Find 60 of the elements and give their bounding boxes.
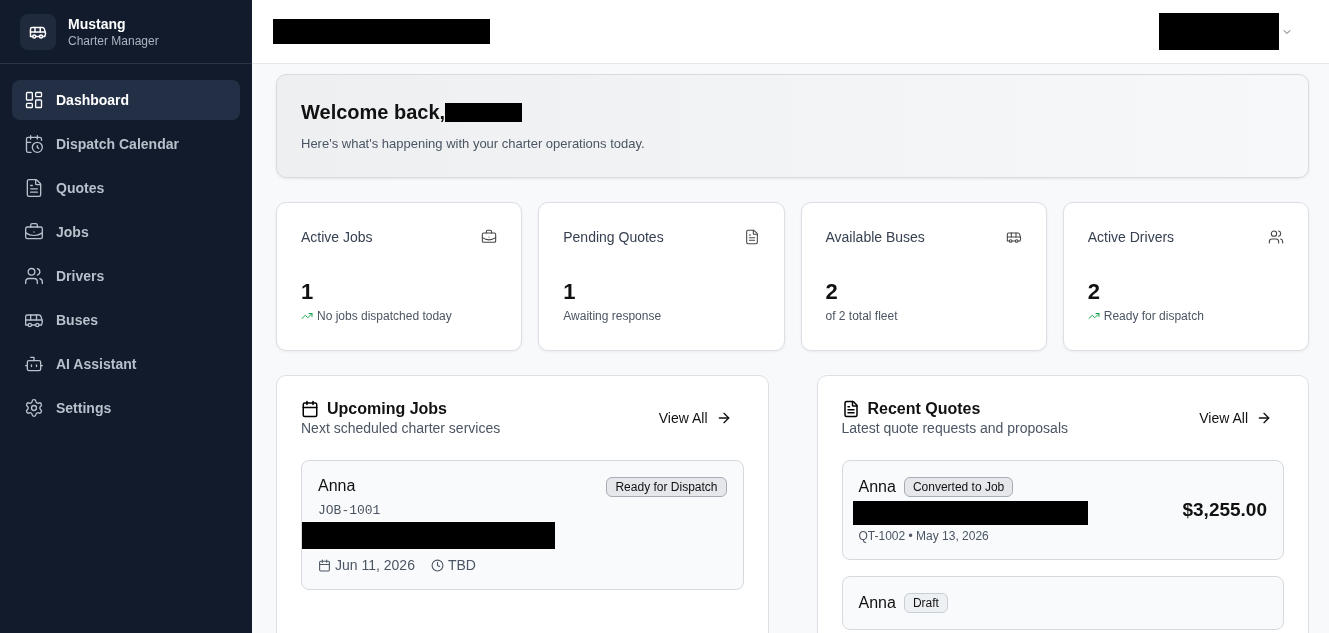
document-icon: [841, 400, 860, 418]
stat-value: 1: [563, 279, 577, 305]
view-all-link[interactable]: View All: [646, 404, 744, 432]
robot-icon: [24, 354, 44, 374]
nav-item[interactable]: Drivers: [12, 256, 240, 296]
quote-card[interactable]: Anna Converted to Job QT-1002 • May 13, 2026 $3,255.00: [841, 460, 1284, 560]
brand-name: Mustang: [68, 15, 127, 32]
arrow-right-icon: [1256, 410, 1272, 426]
brand-subtitle: Charter Manager: [68, 33, 159, 48]
panel-title: Recent Quotes: [867, 400, 981, 418]
job-card[interactable]: Anna Ready for Dispatch JOB-1001 Jun 11, 2026 TBD: [301, 460, 744, 590]
nav-item[interactable]: Dispatch Calendar: [12, 124, 240, 164]
job-number: JOB-1001: [318, 503, 382, 518]
customer-name: Anna: [858, 594, 896, 612]
users-icon: [24, 266, 44, 286]
status-badge: Ready for Dispatch: [606, 477, 727, 497]
dashboard-icon: [24, 90, 44, 110]
nav-item[interactable]: Quotes: [12, 168, 240, 208]
stat-label: Active Jobs: [301, 229, 373, 245]
quote-meta: QT-1002 • May 13, 2026: [858, 529, 990, 543]
calendar-clock-icon: [24, 134, 44, 154]
clock-icon: [430, 558, 444, 572]
calendar-icon: [318, 558, 331, 572]
job-date: Jun 11, 2026: [335, 557, 415, 573]
nav-item[interactable]: AI Assistant: [12, 344, 240, 384]
welcome-title: Welcome back,: [301, 101, 446, 124]
panel-title: Upcoming Jobs: [327, 400, 447, 418]
stat-note: No jobs dispatched today: [317, 309, 452, 323]
panel-subtitle: Latest quote requests and proposals: [841, 420, 1068, 436]
settings-icon: [24, 398, 44, 418]
briefcase-icon: [24, 222, 44, 242]
stat-value: 2: [1087, 279, 1101, 305]
customer-name: Anna: [858, 478, 896, 496]
status-badge: Draft: [903, 593, 948, 613]
view-all-link[interactable]: View All: [1187, 404, 1284, 432]
stat-value: 1: [301, 279, 315, 305]
quote-card[interactable]: Anna Draft: [841, 576, 1284, 630]
nav-item[interactable]: Jobs: [12, 212, 240, 252]
panel-subtitle: Next scheduled charter services: [301, 420, 501, 436]
stat-note: Ready for dispatch: [1103, 309, 1204, 323]
stat-note: Awaiting response: [563, 309, 662, 323]
document-icon: [743, 229, 760, 245]
document-icon: [24, 178, 44, 198]
customer-name: Anna: [318, 477, 356, 495]
briefcase-icon: [481, 229, 498, 245]
nav-item[interactable]: Dashboard: [12, 80, 240, 120]
status-badge: Converted to Job: [903, 477, 1014, 497]
stat-label: Pending Quotes: [563, 229, 664, 245]
stat-note: of 2 total fleet: [825, 309, 898, 323]
nav-item[interactable]: Buses: [12, 300, 240, 340]
users-icon: [1268, 229, 1284, 245]
calendar-icon: [301, 400, 319, 418]
nav-item[interactable]: Settings: [12, 388, 240, 428]
stat-value: 2: [825, 279, 839, 305]
stat-label: Active Drivers: [1087, 229, 1175, 245]
bus-icon: [1005, 229, 1022, 245]
welcome-subtitle: Here's what's happening with your charter operations today.: [301, 136, 646, 151]
stat-label: Available Buses: [825, 229, 925, 245]
quote-amount: $3,255.00: [1182, 499, 1267, 521]
job-time: TBD: [447, 557, 476, 573]
